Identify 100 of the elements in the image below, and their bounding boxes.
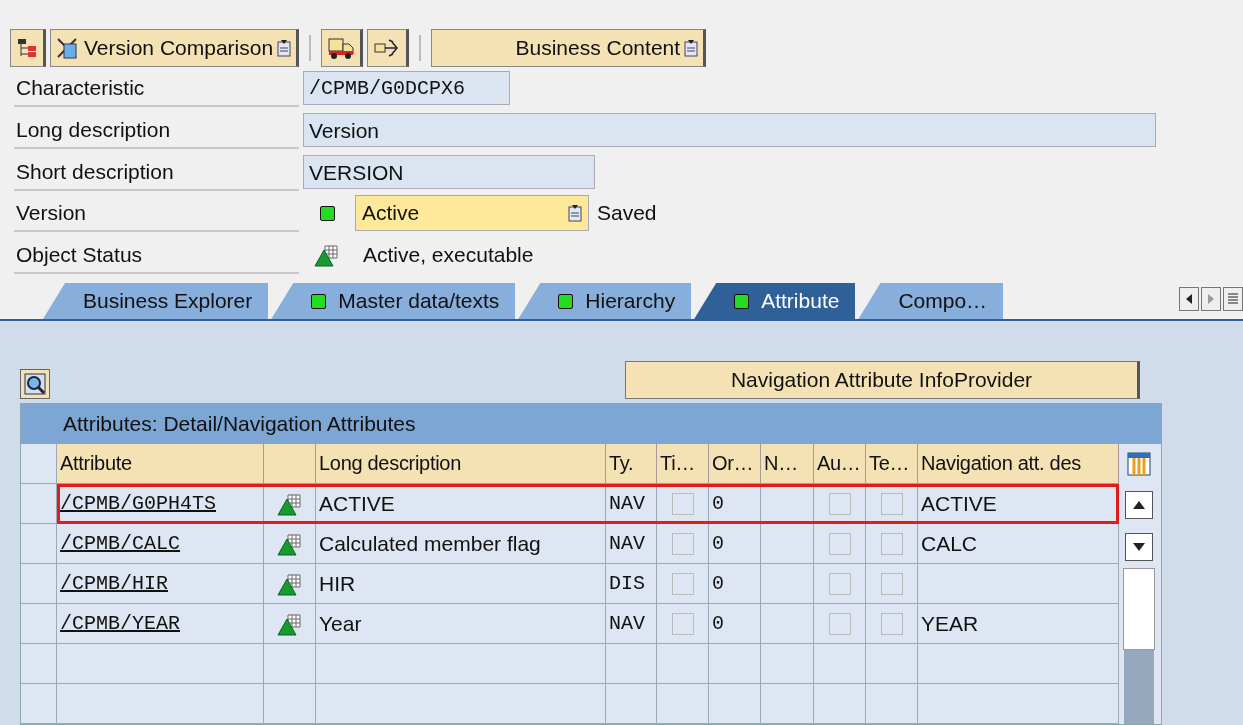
right-arrow-icon [1207, 294, 1215, 305]
table-cell [761, 524, 814, 564]
left-arrow-icon [1185, 294, 1193, 305]
tab[interactable]: Master data/texts [271, 283, 516, 319]
checkbox[interactable] [828, 492, 851, 515]
checkbox[interactable] [828, 572, 851, 595]
status-light [311, 293, 327, 309]
magnifier-icon [24, 373, 46, 395]
compare-icon [56, 35, 80, 60]
table-cell: 0 [709, 604, 761, 644]
column-header[interactable]: Long description [316, 444, 606, 484]
table-cell: Year [316, 604, 606, 644]
navigation-infoprovider-button[interactable]: Navigation Attribute InfoProvider [625, 361, 1140, 399]
attribute-link[interactable]: /CPMB/HIR [60, 572, 169, 595]
export-button[interactable] [367, 28, 410, 67]
table-settings-icon[interactable] [1126, 451, 1152, 477]
status-text: Saved [596, 201, 657, 226]
scroll-right-button[interactable] [1201, 287, 1221, 312]
tab[interactable]: Business Explorer [43, 283, 269, 319]
checkbox[interactable] [671, 612, 694, 635]
detail-button[interactable] [20, 369, 50, 399]
table-cell [264, 644, 316, 684]
table-cell: 0 [709, 524, 761, 564]
table-cell [761, 644, 814, 684]
checkbox[interactable] [671, 532, 694, 555]
table-cell: NAV [606, 524, 657, 564]
status-light [558, 293, 574, 309]
checkbox[interactable] [880, 572, 903, 595]
row-selector[interactable] [21, 644, 57, 684]
business-content-button[interactable]: Business Content [431, 28, 707, 67]
table-cell [814, 684, 866, 724]
checkbox[interactable] [828, 532, 851, 555]
table-cell [814, 644, 866, 684]
table-cell [606, 684, 657, 724]
column-header[interactable]: Ti… [657, 444, 709, 484]
column-header[interactable]: Ty. [606, 444, 657, 484]
table-cell [709, 644, 761, 684]
version-comparison-button[interactable]: Version Comparison [50, 28, 300, 67]
dropdown-icon [277, 38, 292, 57]
checkbox[interactable] [671, 492, 694, 515]
list-icon [1228, 293, 1238, 306]
input-field[interactable]: VERSION [303, 154, 595, 189]
table-cell [866, 644, 918, 684]
scroll-left-button[interactable] [1179, 287, 1199, 312]
input-field[interactable]: /CPMB/G0DCPX6 [303, 71, 510, 106]
table-cell [761, 684, 814, 724]
table-row[interactable]: /CPMB/HIR HIR DIS 0 [57, 564, 1119, 604]
scroll-down-button[interactable] [1125, 533, 1153, 561]
column-header[interactable]: Te… [866, 444, 918, 484]
tab[interactable]: Hierarchy [518, 283, 692, 319]
attribute-link[interactable]: /CPMB/CALC [60, 532, 181, 555]
table-cell [709, 684, 761, 724]
hierarchy-button[interactable] [10, 28, 46, 67]
tab[interactable]: Compo… [858, 283, 1004, 319]
table-cell: Calculated member flag [316, 524, 606, 564]
scrollbar-thumb[interactable] [1124, 650, 1154, 724]
transport-button[interactable] [321, 28, 364, 67]
table-row[interactable]: /CPMB/YEAR Year NAV 0 YEAR [57, 604, 1119, 644]
table-cell: DIS [606, 564, 657, 604]
field-label: Characteristic [14, 69, 299, 108]
tab-list-button[interactable] [1223, 287, 1243, 312]
field-label: Long description [14, 110, 299, 149]
column-header[interactable]: Attribute [57, 444, 264, 484]
column-header[interactable]: Navigation att. des [918, 444, 1119, 484]
truck-icon [327, 35, 356, 60]
checkbox[interactable] [828, 612, 851, 635]
table-cell [264, 684, 316, 724]
table-cell [761, 604, 814, 644]
hierarchy-icon [16, 36, 38, 59]
dropdown-icon [684, 38, 699, 57]
tab[interactable]: Attribute [694, 283, 856, 319]
field-label: Version [14, 194, 299, 233]
column-header[interactable]: N… [761, 444, 814, 484]
column-header[interactable]: Au… [814, 444, 866, 484]
table-row[interactable]: /CPMB/CALC Calculated member flag NAV 0 CALC [57, 524, 1119, 564]
field-label: Object Status [14, 235, 299, 274]
table-cell [657, 684, 709, 724]
checkbox[interactable] [880, 532, 903, 555]
row-selector[interactable] [21, 484, 57, 524]
table-title: Attributes: Detail/Navigation Attributes [21, 404, 1161, 444]
input-field[interactable]: Version [303, 112, 1156, 147]
checkbox[interactable] [880, 492, 903, 515]
scroll-up-button[interactable] [1125, 491, 1153, 519]
attribute-link[interactable]: /CPMB/YEAR [60, 612, 181, 635]
version-dropdown[interactable]: Active [355, 195, 589, 232]
select-all-cell[interactable] [21, 444, 57, 484]
status-light [734, 293, 750, 309]
table-cell [657, 644, 709, 684]
checkbox[interactable] [880, 612, 903, 635]
field-label: Short description [14, 152, 299, 191]
row-selector[interactable] [21, 684, 57, 724]
row-selector[interactable] [21, 524, 57, 564]
dropdown-icon [568, 204, 582, 223]
column-header[interactable]: Or… [709, 444, 761, 484]
attribute-link[interactable]: /CPMB/G0PH4TS [60, 492, 217, 515]
row-selector[interactable] [21, 564, 57, 604]
checkbox[interactable] [671, 572, 694, 595]
column-header[interactable] [264, 444, 316, 484]
table-row[interactable]: /CPMB/G0PH4TS ACTIVE NAV 0 ACTIVE [57, 484, 1119, 524]
row-selector[interactable] [21, 604, 57, 644]
